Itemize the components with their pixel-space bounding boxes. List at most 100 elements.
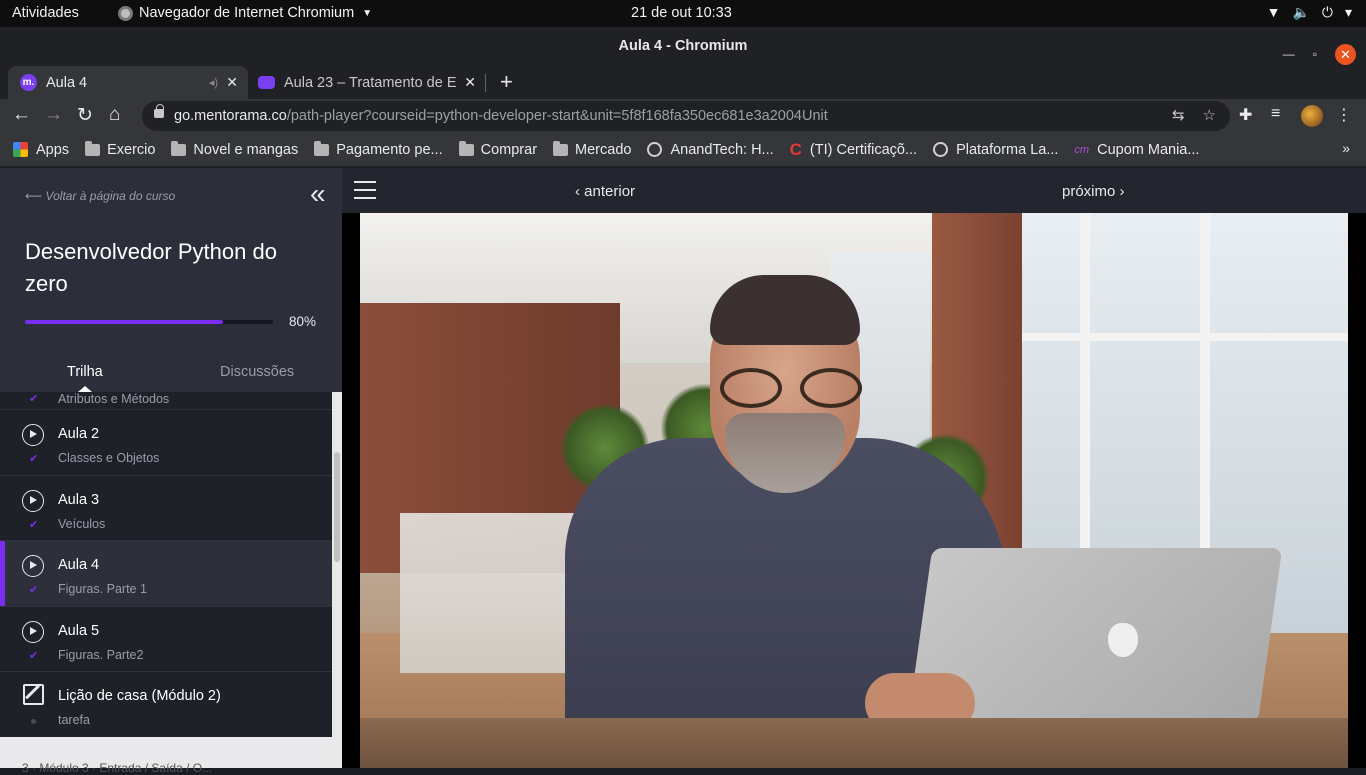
twitch-favicon-icon — [258, 76, 275, 89]
volume-icon: 🔈 — [1292, 4, 1310, 20]
next-lesson-link[interactable]: próximo › — [1062, 183, 1125, 200]
collapse-sidebar-icon[interactable]: « — [310, 178, 326, 210]
bookmark-comprar[interactable]: Comprar — [458, 140, 537, 158]
bookmark-mercado[interactable]: Mercado — [553, 140, 631, 158]
clock[interactable]: 21 de out 10:33 — [631, 5, 732, 21]
lesson-title: Aula 4 — [58, 557, 100, 573]
lesson-aula-5[interactable]: Aula 5 ✔ Figuras. Parte2 — [0, 607, 332, 672]
play-circle-icon — [22, 620, 44, 643]
reload-icon[interactable]: ↻ — [77, 104, 93, 127]
menu-dots-icon[interactable]: ⋮ — [1336, 105, 1352, 125]
bookmarks-overflow-icon[interactable]: » — [1342, 140, 1350, 156]
url-text[interactable]: go.mentorama.co/path-player?courseid=pyt… — [174, 108, 828, 124]
scrollbar-thumb[interactable] — [334, 452, 340, 562]
close-tab-icon[interactable]: ✕ — [464, 74, 476, 91]
close-tab-icon[interactable]: ✕ — [226, 74, 238, 91]
activities-button[interactable]: Atividades — [12, 5, 79, 21]
next-module-header[interactable]: 3 · Módulo 3 · Entrada / Saída / O... — [0, 737, 332, 775]
lesson-title: Lição de casa (Módulo 2) — [58, 688, 221, 704]
course-progress-fill — [25, 320, 224, 324]
browser-toolbar: ← → ↻ ⌂ go.mentorama.co/path-player?cour… — [0, 99, 1366, 133]
sidebar-header: ⟵ Voltar à página do curso « Desenvolved… — [0, 168, 342, 392]
lesson-licao-de-casa[interactable]: Lição de casa (Módulo 2) tarefa — [0, 672, 332, 737]
lesson-subtitle: Atributos e Métodos — [58, 392, 170, 406]
check-icon: ✔ — [29, 453, 39, 465]
previous-lesson-link[interactable]: ‹ anterior — [575, 183, 635, 200]
tab-strip: m. Aula 4 ◂) ✕ Aula 23 – Tratamento de E… — [0, 65, 1366, 99]
address-bar[interactable]: go.mentorama.co/path-player?courseid=pyt… — [142, 101, 1230, 131]
apps-grid-icon — [13, 142, 28, 157]
power-icon: ⏻ — [1321, 4, 1333, 20]
cupom-mania-icon: cm — [1074, 143, 1090, 156]
app-menu[interactable]: Navegador de Internet Chromium ▼ — [118, 5, 372, 21]
new-tab-plus-icon[interactable]: + — [500, 69, 513, 95]
tray-caret-icon: ▾ — [1344, 4, 1352, 20]
globe-icon — [647, 142, 663, 157]
play-circle-icon — [22, 489, 44, 512]
lock-icon[interactable] — [154, 104, 164, 118]
bookmark-cupom-mania[interactable]: cm Cupom Mania... — [1074, 142, 1199, 158]
app-menu-label: Navegador de Internet Chromium — [139, 5, 355, 21]
lesson-subtitle: Figuras. Parte2 — [58, 647, 144, 662]
lesson-list-scrollbar[interactable] — [332, 392, 342, 768]
speaker-icon[interactable]: ◂) — [209, 76, 218, 89]
lesson-title: Aula 5 — [58, 622, 100, 639]
apple-logo-icon — [1108, 623, 1138, 657]
check-icon: ✔ — [29, 584, 39, 596]
tab-label: Aula 4 — [46, 74, 88, 91]
bookmark-novel-e-mangas[interactable]: Novel e mangas — [171, 140, 298, 158]
translate-icon[interactable]: ⇆ — [1172, 106, 1185, 124]
os-top-bar: Atividades Navegador de Internet Chromiu… — [0, 0, 1366, 27]
edit-pencil-icon — [23, 684, 44, 705]
bookmark-star-icon[interactable]: ☆ — [1203, 106, 1216, 124]
bookmark-ti-certificacoes[interactable]: C (TI) Certificaçõ... — [790, 140, 917, 160]
wifi-icon: ▼ — [1266, 4, 1281, 20]
course-sidebar: ⟵ Voltar à página do curso « Desenvolved… — [0, 168, 342, 775]
folder-icon — [553, 140, 569, 156]
course-title: Desenvolvedor Python do zero — [25, 239, 277, 296]
bookmark-exercio[interactable]: Exercio — [85, 140, 155, 158]
hamburger-menu-icon[interactable] — [354, 181, 376, 199]
forward-arrow-icon[interactable]: → — [44, 104, 63, 126]
tab-discussoes[interactable]: Discussões — [220, 364, 294, 380]
back-to-course-link[interactable]: ⟵ Voltar à página do curso — [25, 189, 175, 203]
folder-icon — [314, 140, 330, 156]
tab-trilha[interactable]: Trilha — [67, 364, 103, 380]
tab-label: Aula 23 – Tratamento de E — [284, 74, 457, 91]
video-frame[interactable] — [360, 213, 1348, 768]
lesson-list: ✔ Atributos e Métodos Aula 2 ✔ Classes e… — [0, 392, 332, 737]
bookmark-plataforma[interactable]: Plataforma La... — [933, 142, 1058, 158]
lesson-aula-4[interactable]: Aula 4 ✔ Figuras. Parte 1 — [0, 541, 332, 607]
close-window-icon[interactable]: ✕ — [1335, 43, 1356, 65]
window-title-bar: Aula 4 - Chromium — ▫ ✕ — [0, 27, 1366, 65]
check-icon: ✔ — [29, 393, 39, 405]
tab-aula-4[interactable]: m. Aula 4 ◂) ✕ — [8, 66, 248, 99]
lesson-title: Aula 2 — [58, 426, 100, 442]
window-title: Aula 4 - Chromium — [618, 38, 748, 54]
lesson-aula-3[interactable]: Aula 3 ✔ Veículos — [0, 476, 332, 541]
check-icon: ✔ — [29, 518, 39, 531]
extensions-puzzle-icon[interactable]: ✚ — [1239, 105, 1252, 125]
lesson-nav-bar: ‹ anterior próximo › — [342, 168, 1366, 213]
bookmark-anandtech[interactable]: AnandTech: H... — [647, 142, 774, 158]
pending-dot-icon — [31, 719, 36, 724]
bookmark-pagamento[interactable]: Pagamento pe... — [314, 140, 443, 158]
lesson-aula-2[interactable]: Aula 2 ✔ Classes e Objetos — [0, 410, 332, 476]
tab-aula-23[interactable]: Aula 23 – Tratamento de E ✕ — [250, 66, 486, 99]
globe-icon — [933, 142, 949, 157]
list-item[interactable]: ✔ Atributos e Métodos — [0, 392, 332, 410]
folder-icon — [85, 140, 101, 156]
play-circle-icon — [22, 555, 44, 577]
course-progress-label: 80% — [289, 314, 317, 329]
bookmark-apps[interactable]: Apps — [13, 142, 69, 158]
lesson-title: Aula 3 — [58, 491, 100, 508]
check-icon: ✔ — [29, 649, 39, 662]
back-arrow-icon[interactable]: ← — [12, 104, 31, 126]
profile-avatar[interactable] — [1301, 105, 1323, 127]
system-tray[interactable]: ▼ 🔈 ⏻ ▾ — [1267, 4, 1352, 21]
caret-down-icon: ▼ — [362, 7, 373, 19]
home-icon[interactable]: ⌂ — [109, 104, 120, 126]
media-queue-icon[interactable]: ≡ — [1271, 105, 1280, 123]
lesson-subtitle: tarefa — [58, 713, 90, 727]
folder-icon — [458, 140, 474, 156]
